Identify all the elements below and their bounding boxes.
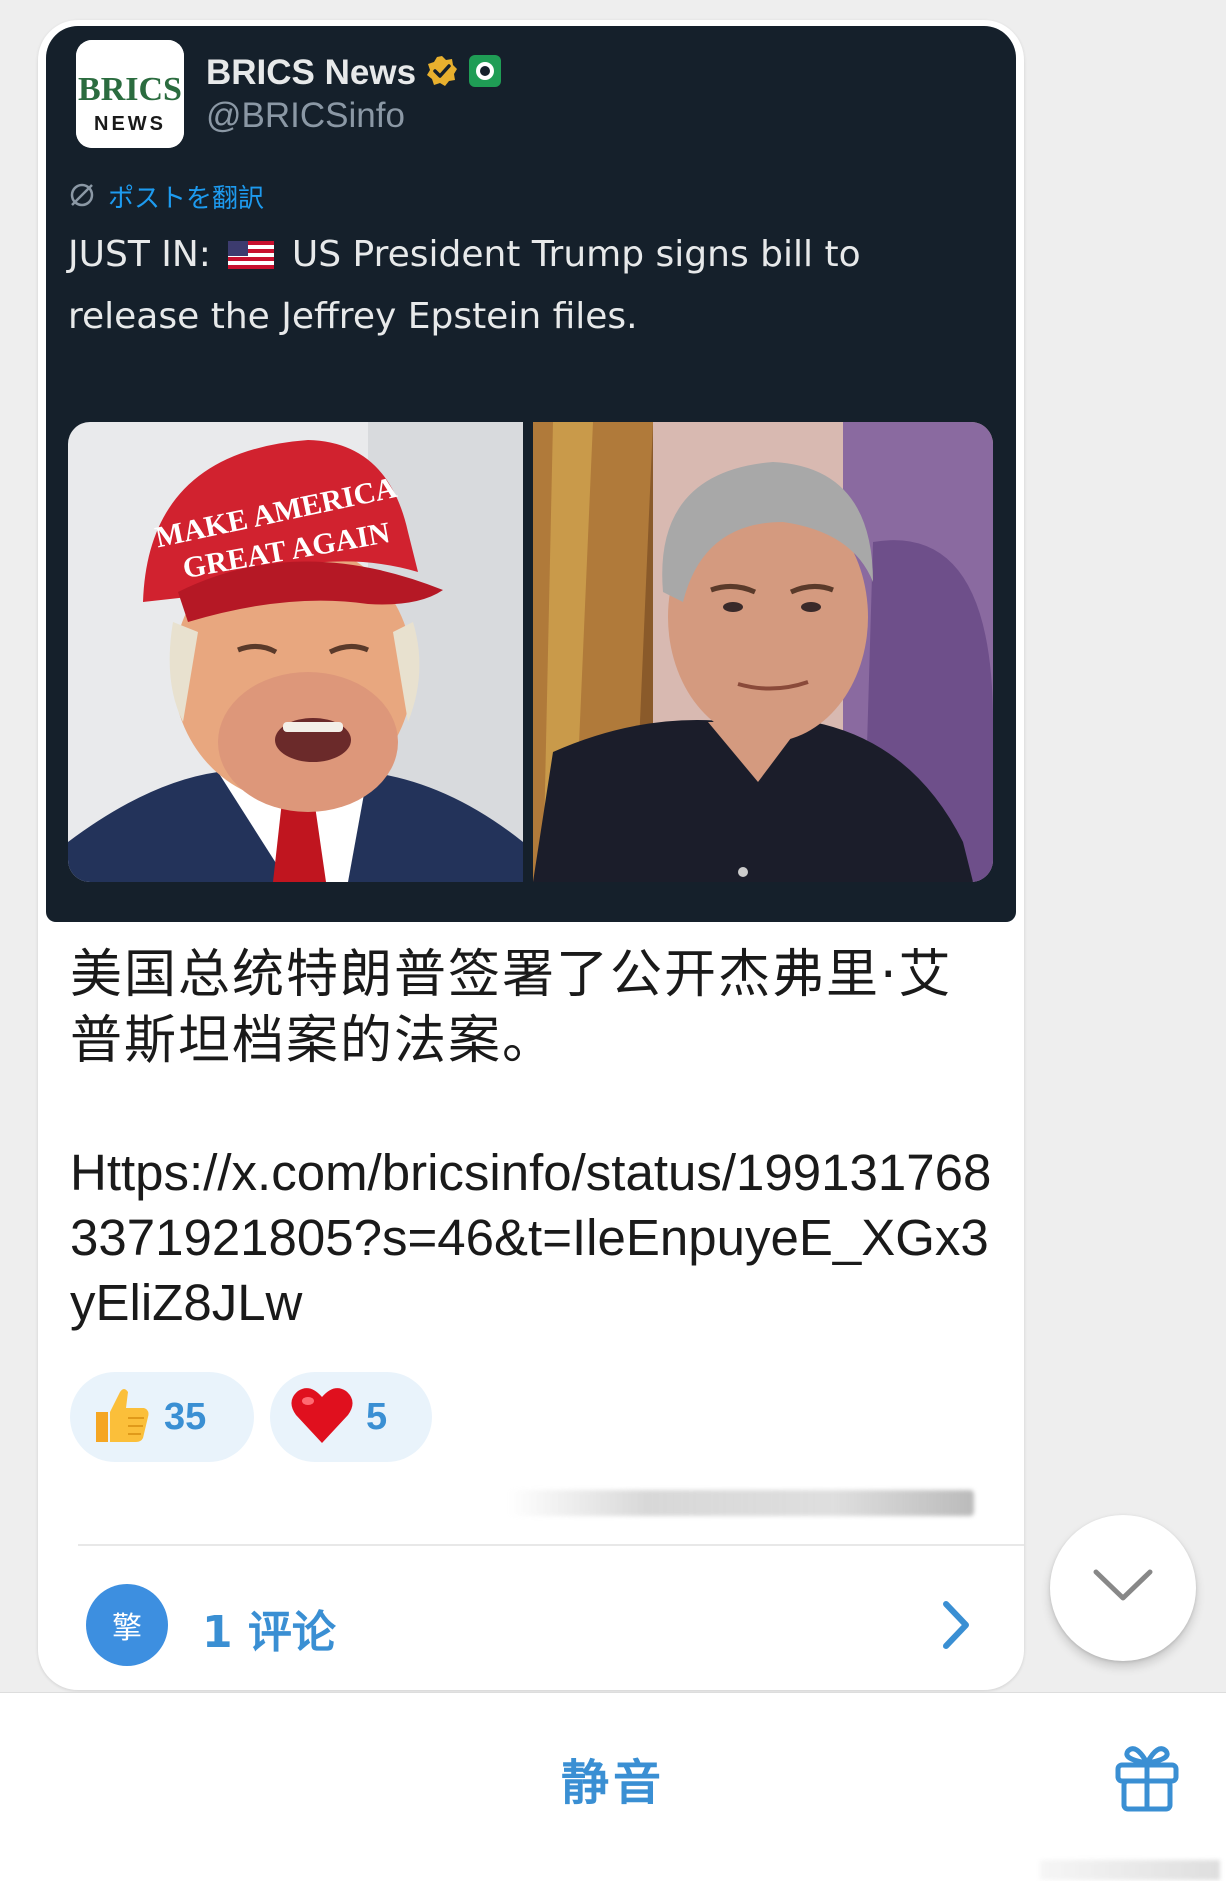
- brics-news-avatar: BRICS NEWS: [76, 40, 184, 148]
- tweet-screenshot[interactable]: BRICS NEWS BRICS News @BRICSinfo ポストを翻訳 …: [46, 26, 1016, 922]
- message-caption: 美国总统特朗普签署了公开杰弗里·艾普斯坦档案的法案。: [70, 945, 953, 1071]
- tweet-photo-left[interactable]: MAKE AMERICA GREAT AGAIN: [68, 422, 523, 882]
- heart-count: 5: [366, 1395, 388, 1438]
- comments-row[interactable]: 擎 1 评论: [38, 1546, 1024, 1690]
- tweet-text-prefix: JUST IN:: [68, 234, 211, 275]
- gift-icon[interactable]: [1112, 1741, 1182, 1813]
- translate-icon: [68, 181, 96, 213]
- tweet-body: JUST IN: US President Trump signs bill t…: [68, 224, 968, 348]
- channel-bottom-bar: 静音: [0, 1692, 1226, 1881]
- reaction-like-chip[interactable]: 35: [70, 1372, 254, 1462]
- svg-text:NEWS: NEWS: [94, 113, 166, 135]
- commenter-avatar: 擎: [86, 1584, 168, 1666]
- message-bubble[interactable]: BRICS NEWS BRICS News @BRICSinfo ポストを翻訳 …: [38, 20, 1024, 1690]
- translate-label: ポストを翻訳: [108, 184, 265, 214]
- us-flag-icon: [228, 227, 275, 269]
- heart-icon: [290, 1385, 354, 1449]
- thumbs-up-icon: [90, 1384, 152, 1450]
- verified-badge-icon: [426, 55, 458, 91]
- scroll-down-button[interactable]: [1050, 1515, 1196, 1661]
- account-handle[interactable]: @BRICSinfo: [206, 96, 405, 136]
- affiliate-badge-icon: [468, 54, 502, 92]
- like-count: 35: [164, 1395, 207, 1438]
- watermark: [1040, 1860, 1220, 1880]
- svg-text:BRICS: BRICS: [78, 71, 182, 108]
- chevron-right-icon: [936, 1598, 976, 1652]
- tweet-photo-right[interactable]: [533, 422, 993, 882]
- chevron-down-icon: [1092, 1568, 1154, 1608]
- message-link[interactable]: Https://x.com/bricsinfo/status/199131768…: [70, 1140, 1000, 1335]
- translate-post-link[interactable]: ポストを翻訳: [68, 178, 264, 215]
- mute-button[interactable]: 静音: [0, 1743, 1226, 1813]
- comments-count-label: 1 评论: [202, 1607, 336, 1658]
- account-name-row: BRICS News: [206, 50, 502, 96]
- account-name[interactable]: BRICS News: [206, 53, 416, 93]
- reaction-heart-chip[interactable]: 5: [270, 1372, 432, 1462]
- blurred-message-meta: [508, 1490, 974, 1516]
